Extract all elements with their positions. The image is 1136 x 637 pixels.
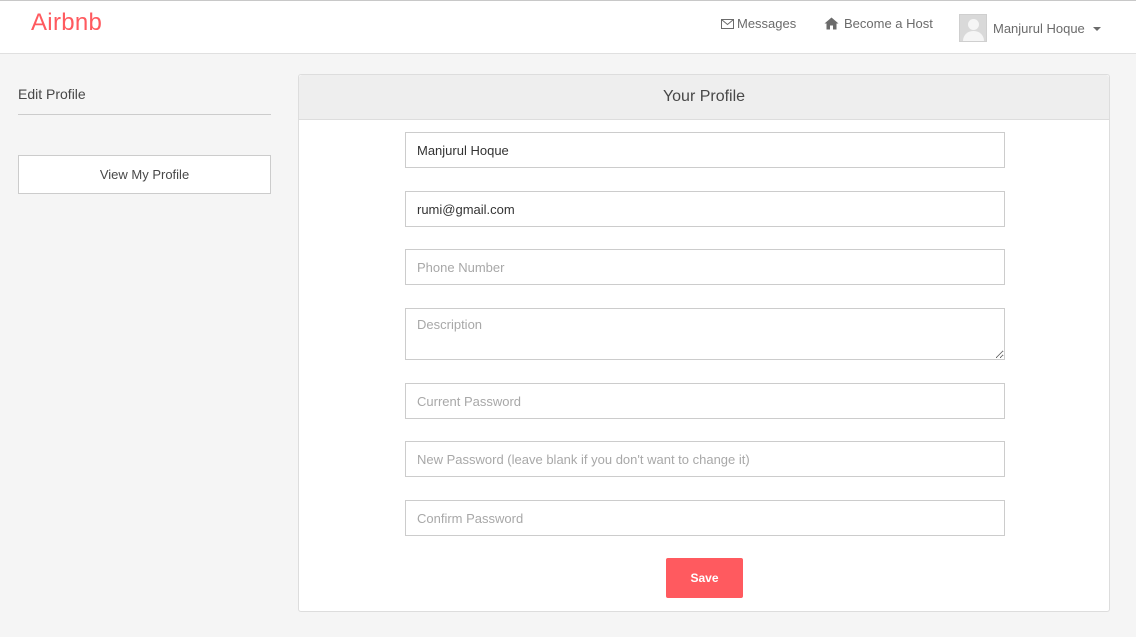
panel-title: Your Profile xyxy=(299,75,1109,120)
save-button[interactable]: Save xyxy=(666,558,743,598)
description-field[interactable] xyxy=(405,308,1005,360)
sidebar-title: Edit Profile xyxy=(18,86,86,102)
email-field[interactable] xyxy=(405,191,1005,227)
avatar xyxy=(959,14,987,42)
name-field[interactable] xyxy=(405,132,1005,168)
user-menu-dropdown[interactable]: Manjurul Hoque xyxy=(959,14,1101,42)
home-icon xyxy=(824,17,839,30)
top-navbar: Airbnb Messages Become a Host Manjurul H… xyxy=(0,0,1136,54)
envelope-icon xyxy=(721,18,734,29)
current-password-field[interactable] xyxy=(405,383,1005,419)
confirm-password-field[interactable] xyxy=(405,500,1005,536)
phone-field[interactable] xyxy=(405,249,1005,285)
nav-messages-label: Messages xyxy=(737,16,797,31)
brand-logo[interactable]: Airbnb xyxy=(31,9,102,37)
user-name: Manjurul Hoque xyxy=(993,20,1085,36)
caret-down-icon xyxy=(1092,27,1101,31)
new-password-field[interactable] xyxy=(405,441,1005,477)
sidebar-divider xyxy=(18,114,271,115)
view-my-profile-button[interactable]: View My Profile xyxy=(18,155,271,194)
nav-messages-link[interactable]: Messages xyxy=(721,16,796,31)
nav-become-host-link[interactable]: Become a Host xyxy=(824,16,933,31)
profile-panel: Your Profile Save xyxy=(298,74,1110,612)
nav-become-host-label: Become a Host xyxy=(844,16,933,31)
